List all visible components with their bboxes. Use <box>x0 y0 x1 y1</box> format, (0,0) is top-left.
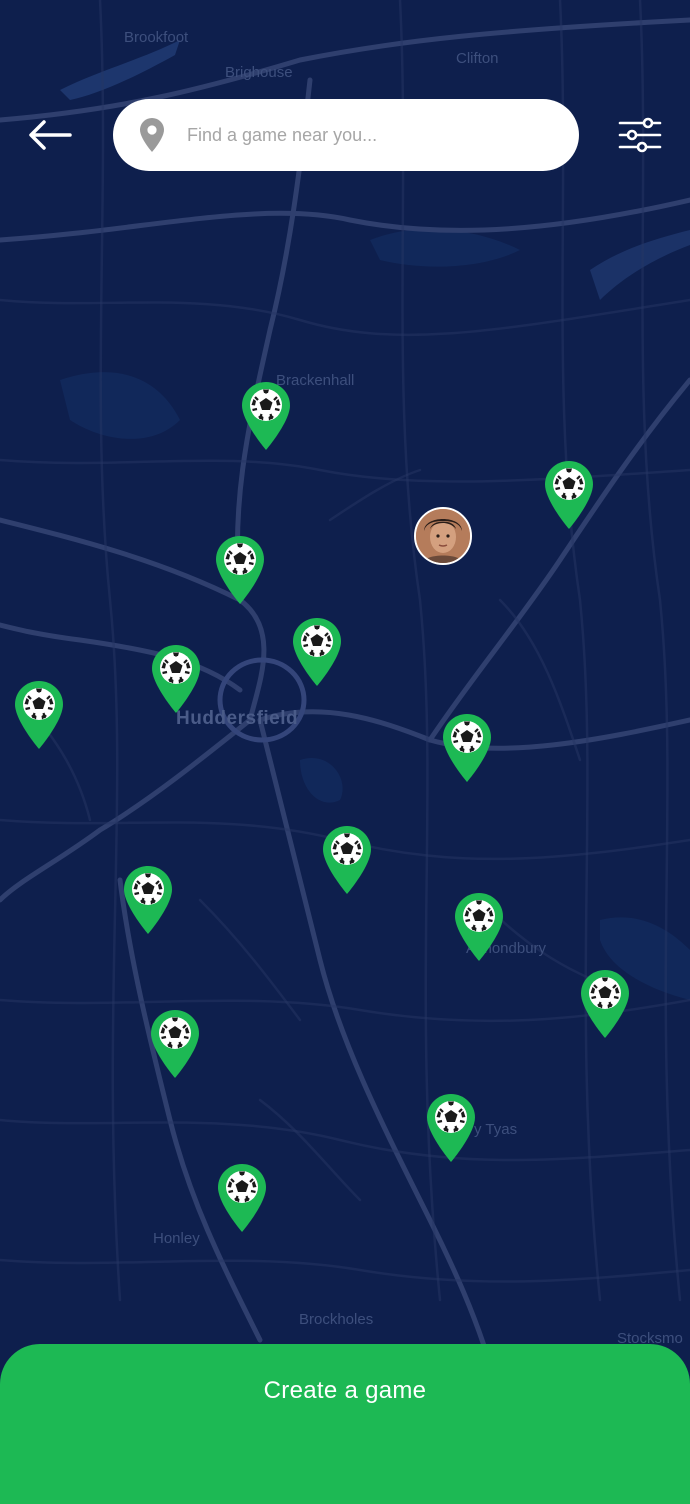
game-marker-10[interactable] <box>454 892 504 962</box>
game-marker-4[interactable] <box>292 617 342 687</box>
soccer-ball-pin-icon <box>152 645 200 713</box>
game-marker-5[interactable] <box>151 644 201 714</box>
soccer-ball-pin-icon <box>151 1010 199 1078</box>
game-marker-11[interactable] <box>580 969 630 1039</box>
game-marker-13[interactable] <box>426 1093 476 1163</box>
back-arrow-icon <box>29 120 72 150</box>
soccer-ball-pin-icon <box>443 714 491 782</box>
game-marker-6[interactable] <box>14 680 64 750</box>
soccer-ball-pin-icon <box>455 893 503 961</box>
game-marker-8[interactable] <box>322 825 372 895</box>
filter-button[interactable] <box>612 112 668 158</box>
game-marker-9[interactable] <box>123 865 173 935</box>
game-marker-7[interactable] <box>442 713 492 783</box>
search-bar[interactable] <box>113 99 579 171</box>
create-game-label: Create a game <box>263 1377 427 1404</box>
map-label-brighouse: Brighouse <box>225 64 293 81</box>
soccer-ball-pin-icon <box>242 382 290 450</box>
map-label-honley: Honley <box>153 1230 200 1247</box>
map-roads <box>0 0 690 1495</box>
back-button[interactable] <box>22 112 78 158</box>
map-label-clifton: Clifton <box>456 50 499 67</box>
game-marker-14[interactable] <box>217 1163 267 1233</box>
map-label-brockholes: Brockholes <box>299 1311 374 1328</box>
soccer-ball-pin-icon <box>427 1094 475 1162</box>
game-marker-1[interactable] <box>241 381 291 451</box>
soccer-ball-pin-icon <box>581 970 629 1038</box>
location-pin-icon <box>139 118 165 152</box>
game-marker-2[interactable] <box>544 460 594 530</box>
filter-sliders-icon <box>618 117 662 153</box>
map-view[interactable]: Brookfoot Brighouse Clifton Brackenhall … <box>0 0 690 1495</box>
soccer-ball-pin-icon <box>15 681 63 749</box>
map-label-tyas: y Tyas <box>474 1121 518 1138</box>
soccer-ball-pin-icon <box>545 461 593 529</box>
map-label-brookfoot: Brookfoot <box>124 29 189 46</box>
user-avatar[interactable] <box>414 507 472 565</box>
soccer-ball-pin-icon <box>323 826 371 894</box>
soccer-ball-pin-icon <box>216 536 264 604</box>
soccer-ball-pin-icon <box>293 618 341 686</box>
create-game-button[interactable]: Create a game <box>0 1344 690 1504</box>
soccer-ball-pin-icon <box>218 1164 266 1232</box>
soccer-ball-pin-icon <box>124 866 172 934</box>
search-input[interactable] <box>185 123 549 147</box>
game-marker-3[interactable] <box>215 535 265 605</box>
game-marker-12[interactable] <box>150 1009 200 1079</box>
